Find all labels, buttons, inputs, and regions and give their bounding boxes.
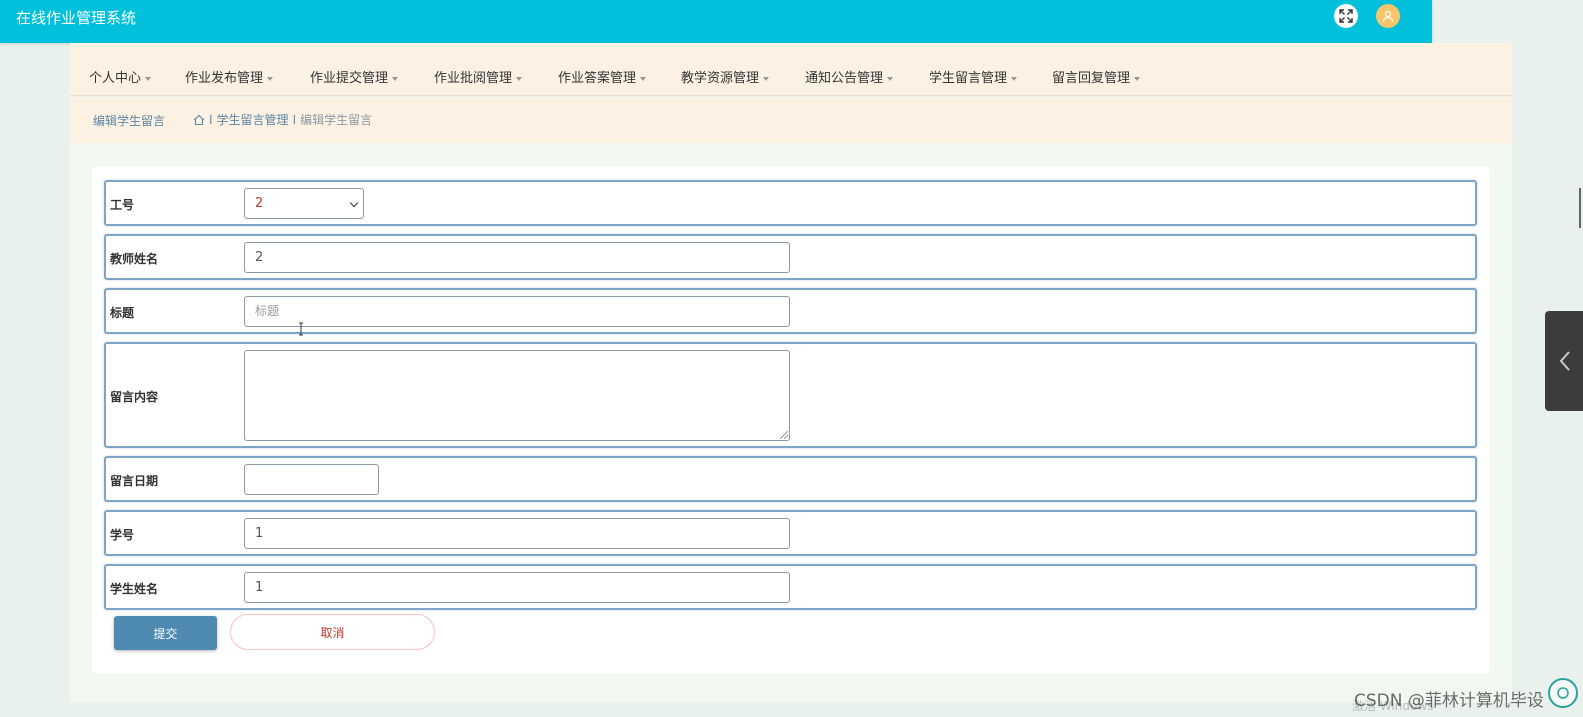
date-input[interactable] bbox=[244, 464, 379, 495]
chevron-left-icon bbox=[1559, 351, 1570, 371]
select-value: 2 bbox=[255, 196, 264, 211]
field-label: 留言内容 bbox=[110, 390, 159, 404]
field-label: 留言日期 bbox=[110, 474, 159, 488]
teacher-id-select[interactable]: 2 bbox=[244, 188, 364, 219]
caret-down-icon bbox=[392, 76, 399, 81]
cancel-button[interactable]: 取消 bbox=[230, 614, 435, 650]
app-header: 在线作业管理系统 bbox=[0, 0, 1432, 43]
title-input[interactable]: 标题 bbox=[244, 296, 790, 327]
nav-item-teaching-resources[interactable]: 教学资源管理 bbox=[681, 67, 770, 86]
nav-item-label: 作业发布管理 bbox=[185, 71, 264, 86]
fullscreen-button[interactable] bbox=[1334, 4, 1358, 28]
nav-item-homework-publish[interactable]: 作业发布管理 bbox=[185, 67, 274, 86]
nav-item-homework-submit[interactable]: 作业提交管理 bbox=[310, 67, 399, 86]
caret-down-icon bbox=[887, 76, 894, 81]
caret-down-icon bbox=[640, 76, 647, 81]
submit-button[interactable]: 提交 bbox=[114, 616, 217, 650]
caret-down-icon bbox=[1134, 76, 1141, 81]
field-label: 工号 bbox=[110, 198, 135, 212]
side-drawer-toggle[interactable] bbox=[1545, 311, 1583, 411]
caret-down-icon bbox=[516, 76, 523, 81]
form-row-student-name: 学生姓名 1 bbox=[104, 564, 1477, 610]
content-textarea[interactable] bbox=[244, 350, 790, 441]
breadcrumb-current: 编辑学生留言 bbox=[300, 113, 373, 127]
page-title: 编辑学生留言 bbox=[93, 114, 166, 128]
field-label: 学生姓名 bbox=[110, 582, 159, 596]
breadcrumb-link-section[interactable]: 学生留言管理 bbox=[217, 111, 289, 128]
form-row-student-id: 学号 1 bbox=[104, 510, 1477, 556]
nav-item-label: 作业批阅管理 bbox=[434, 71, 513, 86]
avatar-button[interactable] bbox=[1376, 4, 1400, 28]
chat-icon bbox=[1557, 687, 1569, 699]
text-cursor-icon bbox=[299, 322, 303, 336]
resize-handle[interactable] bbox=[780, 431, 788, 439]
nav-item-personal-center[interactable]: 个人中心 bbox=[89, 67, 152, 86]
nav-item-label: 作业答案管理 bbox=[558, 71, 637, 86]
student-name-input[interactable]: 1 bbox=[244, 572, 790, 603]
caret-down-icon bbox=[1011, 76, 1018, 81]
breadcrumb-bar: 编辑学生留言 I 学生留言管理 I 编辑学生留言 bbox=[70, 97, 1512, 143]
nav-item-label: 留言回复管理 bbox=[1052, 71, 1131, 86]
teacher-name-input[interactable]: 2 bbox=[244, 242, 790, 273]
breadcrumb-separator: I bbox=[209, 112, 213, 127]
form-row-content: 留言内容 bbox=[104, 342, 1477, 448]
user-icon bbox=[1382, 10, 1394, 22]
student-id-input[interactable]: 1 bbox=[244, 518, 790, 549]
field-label: 标题 bbox=[110, 306, 135, 320]
expand-icon bbox=[1339, 9, 1353, 23]
nav-item-label: 作业提交管理 bbox=[310, 71, 389, 86]
content-area: 工号 2 教师姓名 2 标题 标题 留言内容 留言日期 学号 1 学生姓名 1 … bbox=[70, 143, 1512, 703]
nav-item-label: 个人中心 bbox=[89, 71, 142, 86]
csdn-watermark: CSDN @菲林计算机毕设 bbox=[1354, 691, 1544, 711]
nav-item-student-messages[interactable]: 学生留言管理 bbox=[929, 67, 1018, 86]
nav-item-homework-review[interactable]: 作业批阅管理 bbox=[434, 67, 523, 86]
app-title: 在线作业管理系统 bbox=[16, 9, 137, 27]
home-icon[interactable] bbox=[193, 114, 205, 126]
chevron-down-icon bbox=[349, 198, 359, 208]
nav-item-label: 学生留言管理 bbox=[929, 71, 1008, 86]
form-row-teacher-id: 工号 2 bbox=[104, 180, 1477, 226]
nav-item-message-replies[interactable]: 留言回复管理 bbox=[1052, 67, 1141, 86]
nav-item-label: 通知公告管理 bbox=[805, 71, 884, 86]
nav-item-label: 教学资源管理 bbox=[681, 71, 760, 86]
nav-item-homework-answer[interactable]: 作业答案管理 bbox=[558, 67, 647, 86]
form-row-teacher-name: 教师姓名 2 bbox=[104, 234, 1477, 280]
scrollbar-mark bbox=[1579, 188, 1581, 228]
nav-item-notices[interactable]: 通知公告管理 bbox=[805, 67, 894, 86]
form-row-date: 留言日期 bbox=[104, 456, 1477, 502]
breadcrumb-separator: I bbox=[292, 112, 297, 127]
caret-down-icon bbox=[145, 76, 152, 81]
breadcrumb: I 学生留言管理 I 编辑学生留言 bbox=[193, 111, 372, 128]
main-nav: 个人中心 作业发布管理 作业提交管理 作业批阅管理 作业答案管理 教学资源管理 … bbox=[70, 43, 1512, 96]
chat-widget-button[interactable] bbox=[1548, 678, 1578, 708]
form-row-title: 标题 标题 bbox=[104, 288, 1477, 334]
caret-down-icon bbox=[763, 76, 770, 81]
field-label: 教师姓名 bbox=[110, 252, 159, 266]
field-label: 学号 bbox=[110, 528, 135, 542]
edit-form: 工号 2 教师姓名 2 标题 标题 留言内容 留言日期 学号 1 学生姓名 1 … bbox=[92, 166, 1490, 674]
caret-down-icon bbox=[267, 76, 274, 81]
